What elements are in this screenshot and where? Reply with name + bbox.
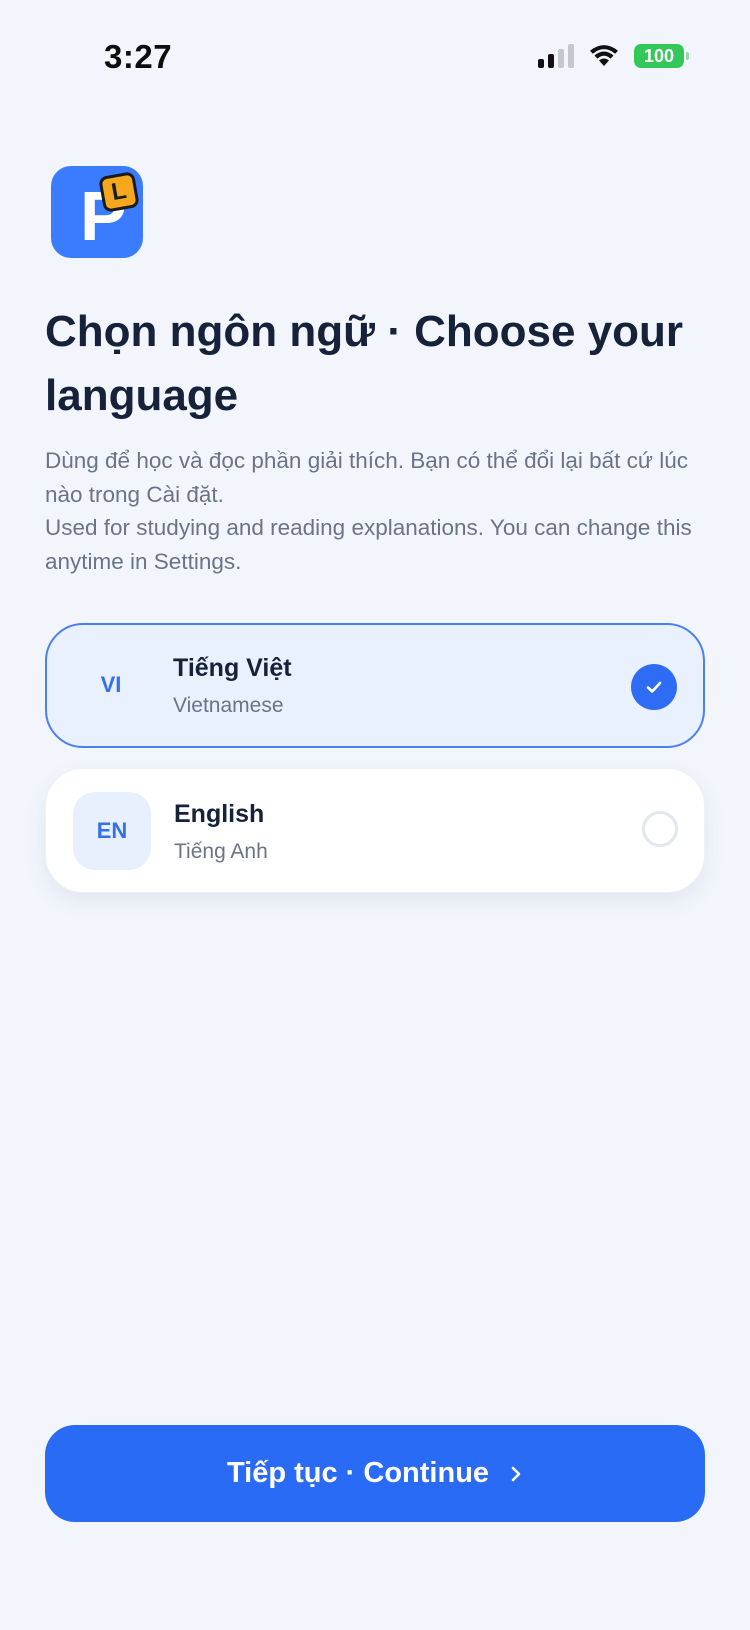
continue-button[interactable]: Tiếp tục · Continue (45, 1425, 705, 1522)
language-code-badge: VI (72, 646, 150, 724)
language-option-vietnamese[interactable]: VI Tiếng Việt Vietnamese (45, 623, 705, 748)
language-subtitle: Vietnamese (173, 694, 284, 717)
language-name: English (174, 800, 265, 828)
description-vietnamese: Dùng để học và đọc phần giải thích. Bạn … (45, 448, 688, 507)
chevron-right-icon (511, 1466, 521, 1481)
language-option-text: Tiếng Việt Vietnamese (173, 653, 292, 719)
page-description: Dùng để học và đọc phần giải thích. Bạn … (45, 444, 705, 578)
description-english: Used for studying and reading explanatio… (45, 515, 692, 574)
logo-badge: L (98, 171, 140, 213)
language-option-text: English Tiếng Anh (174, 799, 268, 865)
language-subtitle: Tiếng Anh (174, 840, 268, 863)
radio-unchecked-icon (642, 811, 678, 847)
app-logo: P L (51, 166, 143, 258)
battery-icon: 100 (634, 44, 689, 68)
status-icons: 100 (538, 44, 689, 68)
cellular-signal-icon (538, 44, 574, 68)
continue-button-label: Tiếp tục · Continue (226, 1457, 490, 1489)
checkmark-icon (631, 664, 677, 710)
language-option-english[interactable]: EN English Tiếng Anh (45, 768, 705, 893)
language-name: Tiếng Việt (173, 654, 292, 682)
language-code-badge: EN (73, 792, 151, 870)
status-bar: 3:27 100 (0, 0, 750, 110)
status-time: 3:27 (104, 38, 173, 75)
wifi-icon (590, 45, 618, 66)
page-title: Chọn ngôn ngữ · Choose your language (45, 307, 683, 420)
